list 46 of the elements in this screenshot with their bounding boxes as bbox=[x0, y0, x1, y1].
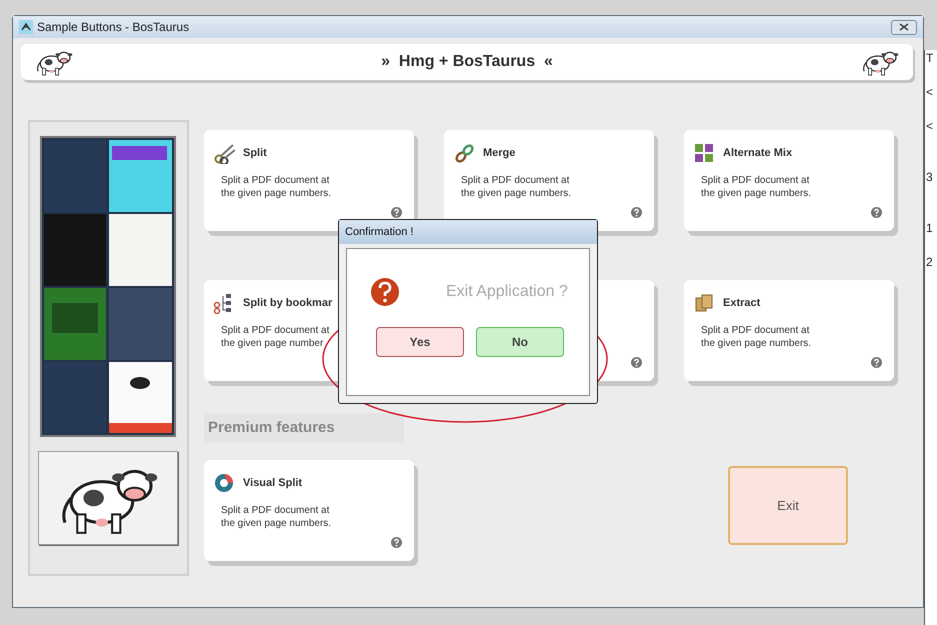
tool-card[interactable]: Visual Split Split a PDF document at the given page numbers. bbox=[204, 460, 414, 561]
window-title: Sample Buttons - BosTaurus bbox=[37, 19, 190, 36]
tool-description: Split a PDF document at the given page numbers. bbox=[460, 174, 572, 200]
tool-title: Merge bbox=[483, 146, 516, 161]
tool-card[interactable]: Extract Split a PDF document at the given page numbers. bbox=[684, 280, 894, 381]
tool-card[interactable]: Alternate Mix Split a PDF document at the given page numbers. bbox=[684, 130, 894, 231]
tool-description: Split a PDF document at the given page numbers. bbox=[220, 504, 332, 530]
background-text: 1 bbox=[926, 220, 934, 237]
dialog-title: Confirmation ! bbox=[339, 220, 597, 244]
close-icon bbox=[899, 23, 909, 31]
no-button[interactable]: No bbox=[476, 327, 564, 357]
tool-description: Split a PDF document at the given page number bbox=[220, 324, 330, 350]
chain-icon bbox=[453, 142, 475, 164]
tool-description: Split a PDF document at the given page numbers. bbox=[700, 324, 812, 350]
background-text: 2 bbox=[926, 254, 934, 271]
section-heading: Premium features bbox=[204, 413, 404, 443]
background-text: T bbox=[926, 50, 934, 67]
arrows-icon bbox=[693, 142, 715, 164]
scissors-icon bbox=[213, 142, 235, 164]
background-text: < bbox=[926, 84, 934, 101]
tool-card[interactable]: Merge Split a PDF document at the given page numbers. bbox=[444, 130, 654, 231]
yes-button[interactable]: Yes bbox=[376, 327, 464, 357]
help-icon[interactable] bbox=[871, 357, 882, 368]
dialog-message: Exit Application ? bbox=[446, 282, 568, 302]
close-button[interactable] bbox=[891, 20, 917, 34]
cow-button[interactable] bbox=[38, 451, 178, 545]
app-icon bbox=[19, 20, 33, 34]
background-text: 3 bbox=[926, 169, 934, 186]
help-icon[interactable] bbox=[631, 207, 642, 218]
tool-description: Split a PDF document at the given page numbers. bbox=[220, 174, 332, 200]
tool-title: Split by bookmar bbox=[243, 296, 332, 311]
help-icon[interactable] bbox=[871, 207, 882, 218]
boxes-icon bbox=[693, 292, 715, 314]
tool-title: Alternate Mix bbox=[723, 146, 792, 161]
tool-title: Visual Split bbox=[243, 476, 302, 491]
tool-title: Split bbox=[243, 146, 267, 161]
background-text: < bbox=[926, 118, 934, 135]
header-title: » Hmg + BosTaurus « bbox=[380, 52, 554, 72]
exit-button[interactable]: Exit bbox=[728, 466, 848, 545]
help-icon[interactable] bbox=[391, 207, 402, 218]
question-icon bbox=[370, 277, 400, 307]
aperture-icon bbox=[213, 472, 235, 494]
help-icon[interactable] bbox=[631, 357, 642, 368]
tool-description: Split a PDF document at the given page numbers. bbox=[700, 174, 812, 200]
tool-title: Extract bbox=[723, 296, 760, 311]
help-icon[interactable] bbox=[391, 537, 402, 548]
